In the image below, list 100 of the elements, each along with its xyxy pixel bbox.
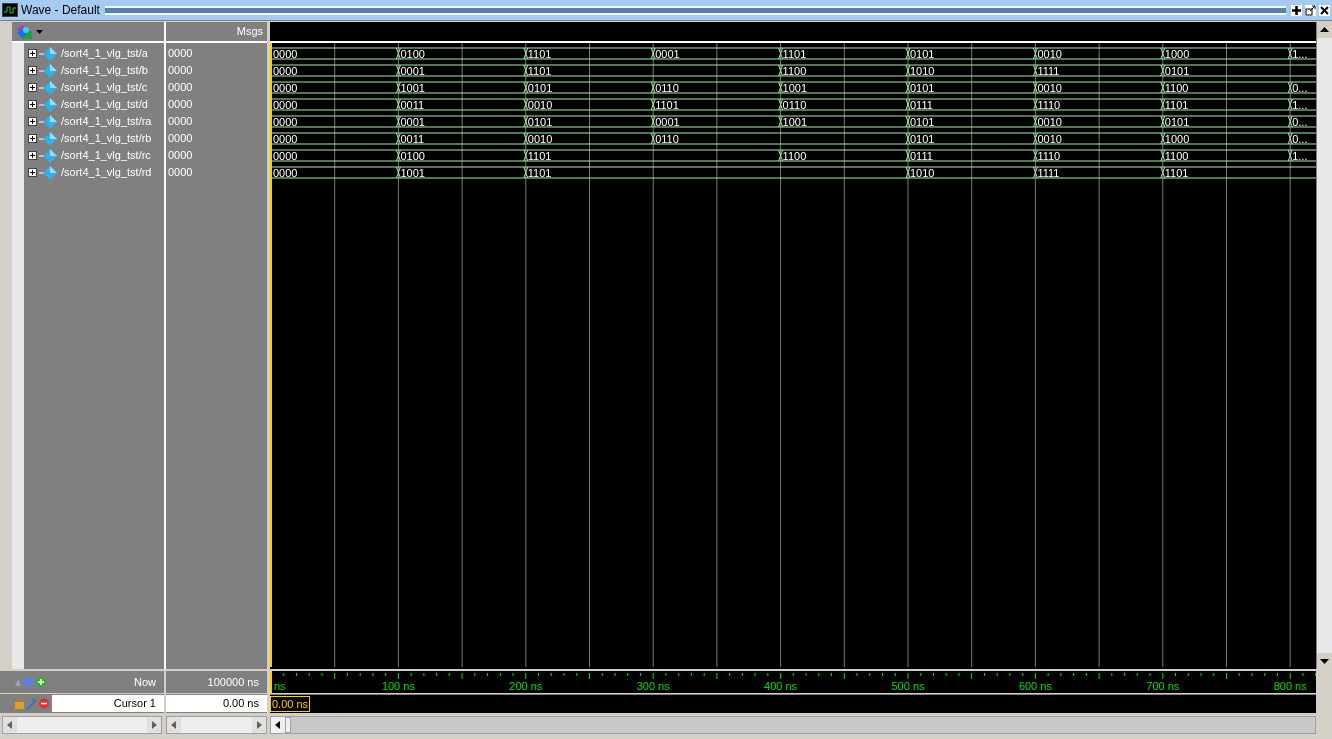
bus-value: 1111 — [1037, 64, 1060, 77]
bus-signal-icon — [39, 148, 57, 163]
bus-signal-icon — [39, 165, 57, 180]
signal-name[interactable]: /sort4_1_vlg_tst/ra — [61, 113, 152, 130]
signal-name[interactable]: /sort4_1_vlg_tst/rb — [61, 130, 152, 147]
horizontal-scrollbar[interactable] — [166, 716, 267, 734]
bus-signal-icon — [39, 46, 57, 61]
bus-value: 1010 — [910, 64, 935, 77]
bus-value: 1010 — [910, 166, 935, 179]
bus-value: 0011 — [400, 132, 425, 145]
expand-icon[interactable] — [28, 151, 37, 160]
bus-value: 1... — [1292, 98, 1308, 111]
dropdown-caret-icon[interactable] — [36, 29, 43, 34]
signal-value: 0000 — [168, 80, 193, 96]
bus-value: 0100 — [400, 47, 425, 60]
bus-signal-icon — [39, 63, 57, 78]
bus-signal-icon — [39, 114, 57, 129]
time-label: 700 ns — [1146, 680, 1180, 692]
expand-icon[interactable] — [28, 117, 37, 126]
cursor-name-field[interactable]: Cursor 1 — [52, 695, 164, 712]
toolbar-icons[interactable] — [14, 676, 48, 688]
scroll-up-icon[interactable] — [1317, 22, 1332, 38]
time-label: ns — [274, 680, 286, 692]
bus-value: 1101 — [527, 149, 552, 162]
bus-value: 0110 — [655, 132, 679, 145]
scroll-right-icon[interactable] — [252, 717, 266, 733]
vertical-scrollbar[interactable] — [1316, 22, 1332, 669]
bus-value: 0010 — [527, 98, 553, 111]
signal-value: 0000 — [168, 46, 193, 62]
bus-value: 0001 — [655, 47, 680, 60]
plus-icon[interactable] — [1291, 4, 1302, 16]
bus-value: 1101 — [1164, 166, 1189, 179]
expand-icon[interactable] — [28, 134, 37, 143]
bus-value: 0... — [1292, 115, 1308, 128]
bus-value: 0010 — [527, 132, 553, 145]
bus-value: 1001 — [782, 81, 808, 94]
bus-value: 0... — [1292, 132, 1308, 145]
bus-value: 1110 — [1037, 98, 1061, 111]
signal-name[interactable]: /sort4_1_vlg_tst/rc — [61, 147, 151, 164]
bus-value: 1000 — [1164, 132, 1190, 145]
cursor-time-marker[interactable]: 0.00 ns — [270, 696, 311, 712]
bus-value: 1... — [1292, 47, 1308, 60]
expand-icon[interactable] — [28, 66, 37, 75]
scroll-down-icon[interactable] — [1317, 653, 1332, 669]
horizontal-scrollbar[interactable] — [2, 716, 162, 734]
horizontal-scrollbar[interactable] — [270, 716, 1316, 734]
now-time: 100000 ns — [207, 674, 259, 690]
bus-value: 0101 — [910, 47, 935, 60]
bus-value: 1101 — [655, 98, 679, 111]
signal-value: 0000 — [168, 148, 193, 164]
bus-value: 1001 — [400, 166, 425, 179]
bus-value: 0101 — [527, 81, 553, 94]
scroll-thumb[interactable] — [285, 717, 291, 733]
bus-signal-icon — [39, 97, 57, 112]
signal-name[interactable]: /sort4_1_vlg_tst/a — [61, 45, 148, 62]
bus-value: 0001 — [655, 115, 680, 128]
bus-value: 0000 — [273, 115, 298, 128]
bus-signal-icon — [39, 80, 57, 95]
bus-value: 0101 — [1164, 64, 1190, 77]
bus-value: 1001 — [782, 115, 808, 128]
time-label: 800 ns — [1273, 680, 1307, 692]
bus-value: 1... — [1292, 149, 1308, 162]
signal-name[interactable]: /sort4_1_vlg_tst/b — [61, 62, 148, 79]
bus-value: 1100 — [782, 64, 807, 77]
bus-value: 0001 — [400, 64, 425, 77]
expand-icon[interactable] — [28, 100, 37, 109]
signal-value: 0000 — [168, 63, 193, 79]
signal-value: 0000 — [168, 97, 193, 113]
bus-value: 1101 — [527, 64, 552, 77]
bus-value: 0000 — [273, 132, 298, 145]
time-label: 300 ns — [636, 680, 670, 692]
scroll-right-icon[interactable] — [147, 717, 161, 733]
bus-value: 0110 — [782, 98, 807, 111]
bus-value: 1101 — [782, 47, 807, 60]
bus-value: 1101 — [527, 47, 552, 60]
signal-name[interactable]: /sort4_1_vlg_tst/c — [61, 79, 148, 96]
signal-name[interactable]: /sort4_1_vlg_tst/rd — [61, 164, 152, 181]
bus-value: 1000 — [1164, 47, 1190, 60]
undock-icon[interactable] — [1305, 4, 1316, 16]
bus-value: 1101 — [527, 166, 552, 179]
bus-value: 0000 — [273, 149, 298, 162]
column-header: Msgs — [236, 24, 263, 40]
expand-icon[interactable] — [28, 83, 37, 92]
bus-value: 0... — [1292, 81, 1308, 94]
bus-value: 0010 — [1037, 47, 1062, 60]
scroll-left-icon[interactable] — [271, 717, 285, 733]
toolbar-shapes-icon[interactable] — [16, 23, 34, 40]
bus-value: 0010 — [1037, 132, 1062, 145]
expand-icon[interactable] — [28, 49, 37, 58]
cursor-time-field[interactable]: 0.00 ns — [166, 695, 267, 712]
bus-value: 1100 — [1164, 81, 1189, 94]
signal-value: 0000 — [168, 165, 193, 181]
close-icon[interactable] — [1319, 4, 1330, 16]
bus-value: 0111 — [910, 98, 933, 111]
bus-value: 0101 — [527, 115, 553, 128]
bus-value: 0101 — [910, 132, 935, 145]
bus-value: 0010 — [1037, 115, 1062, 128]
expand-icon[interactable] — [28, 168, 37, 177]
signal-name[interactable]: /sort4_1_vlg_tst/d — [61, 96, 148, 113]
bus-value: 0000 — [273, 47, 298, 60]
